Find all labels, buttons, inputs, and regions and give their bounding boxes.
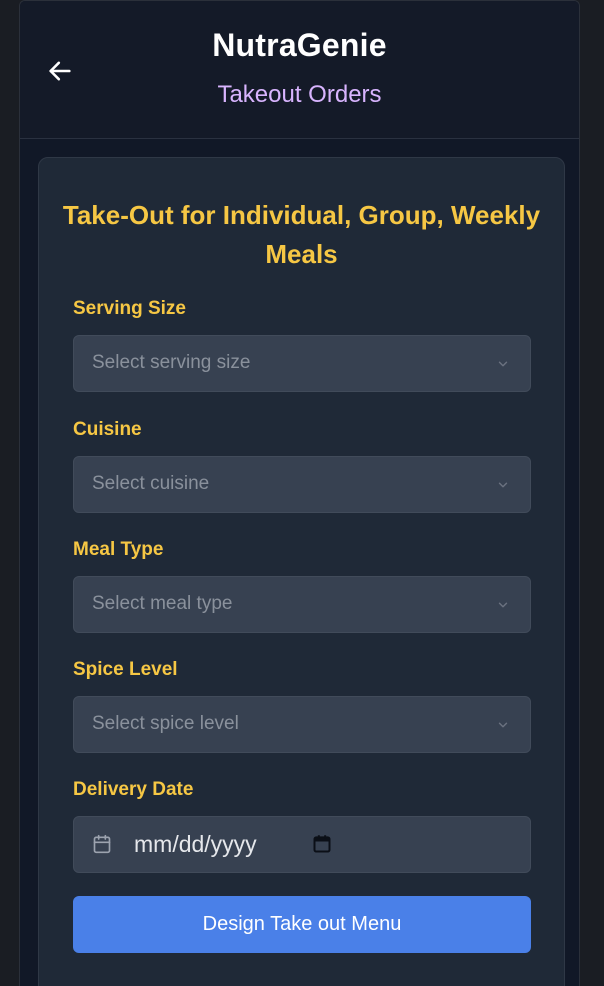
calendar-picker-icon[interactable] <box>312 834 332 854</box>
app-header: NutraGenie Takeout Orders <box>20 1 579 139</box>
meal-type-label: Meal Type <box>73 539 164 560</box>
chevron-down-icon <box>498 722 508 728</box>
chevron-down-icon <box>498 482 508 488</box>
spice-level-label: Spice Level <box>73 659 178 680</box>
app-title: NutraGenie <box>212 27 387 63</box>
chevron-down-icon <box>498 602 508 608</box>
delivery-date-input[interactable]: mm/dd/yyyy <box>73 816 531 873</box>
delivery-date-label: Delivery Date <box>73 779 194 800</box>
form-title: Take-Out for Individual, Group, Weekly M… <box>62 200 541 269</box>
page-subtitle: Takeout Orders <box>217 81 382 108</box>
serving-size-select[interactable]: Select serving size <box>73 335 531 392</box>
delivery-date-value: mm/dd/yyyy <box>134 831 257 857</box>
meal-type-select[interactable]: Select meal type <box>73 576 531 633</box>
spice-level-select[interactable]: Select spice level <box>73 696 531 753</box>
chevron-down-icon <box>498 361 508 367</box>
cuisine-label: Cuisine <box>73 419 142 440</box>
takeout-form-card: Take-Out for Individual, Group, Weekly M… <box>38 157 565 986</box>
meal-type-placeholder: Select meal type <box>92 593 233 614</box>
serving-size-placeholder: Select serving size <box>92 352 251 373</box>
cuisine-select[interactable]: Select cuisine <box>73 456 531 513</box>
calendar-icon <box>93 834 111 854</box>
app-frame: NutraGenie Takeout Orders Take-Out for I… <box>19 0 580 986</box>
spice-level-placeholder: Select spice level <box>92 713 239 734</box>
cuisine-placeholder: Select cuisine <box>92 473 210 494</box>
serving-size-label: Serving Size <box>73 298 186 319</box>
design-takeout-menu-button[interactable]: Design Take out Menu <box>73 896 531 953</box>
